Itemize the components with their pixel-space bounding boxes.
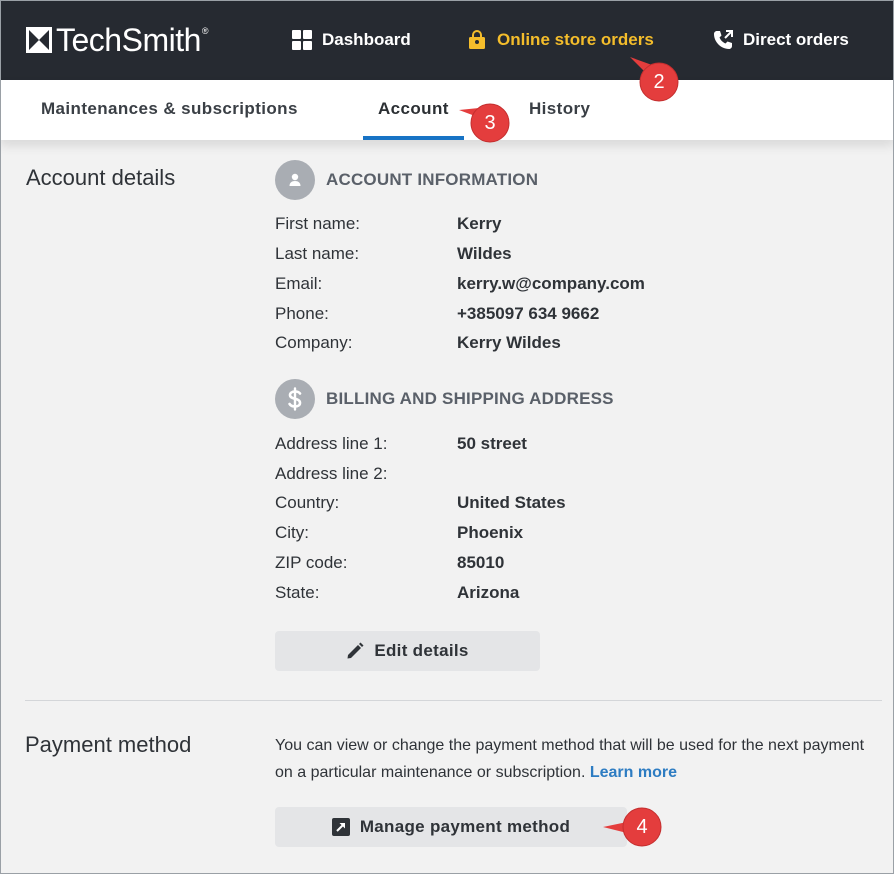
- company-label: Company:: [275, 333, 353, 352]
- learn-more-link[interactable]: Learn more: [590, 764, 677, 781]
- last-name-label: Last name:: [275, 244, 360, 263]
- country-value: United States: [457, 493, 566, 512]
- payment-method-description: You can view or change the payment metho…: [275, 732, 875, 786]
- account-details-title: Account details: [26, 165, 176, 190]
- city-label: City:: [275, 523, 309, 542]
- edit-details-label: Edit details: [374, 641, 469, 660]
- account-information-label: ACCOUNT INFORMATION: [326, 170, 539, 189]
- callout-badge: 3: [459, 102, 511, 144]
- country-label: Country:: [275, 493, 340, 512]
- nav-dashboard[interactable]: Dashboard: [292, 28, 411, 52]
- edit-details-button[interactable]: Edit details: [275, 631, 540, 671]
- tab-maintenances-subscriptions[interactable]: Maintenances & subscriptions: [41, 99, 298, 119]
- active-tab-indicator: [363, 136, 464, 140]
- address-line-1-label: Address line 1:: [275, 434, 388, 453]
- phone-label: Phone:: [275, 304, 329, 323]
- registered-mark: ®: [201, 26, 209, 36]
- billing-address-label: BILLING AND SHIPPING ADDRESS: [326, 389, 614, 408]
- payment-method-title: Payment method: [25, 732, 192, 757]
- city-value: Phoenix: [457, 523, 524, 542]
- callout-number: 4: [636, 815, 648, 838]
- company-value: Kerry Wildes: [457, 333, 561, 352]
- section-divider: [25, 700, 882, 701]
- brand-name: TechSmith: [56, 22, 201, 58]
- dollar-icon: [275, 379, 315, 419]
- tab-account[interactable]: Account: [378, 99, 449, 119]
- phone-value: +385097 634 9662: [457, 304, 600, 323]
- external-link-icon: [331, 818, 350, 836]
- email-value: kerry.w@company.com: [457, 274, 645, 293]
- top-nav-bar: TechSmith ® Dashboard Online store order…: [0, 0, 894, 80]
- first-name-value: Kerry: [457, 214, 502, 233]
- techsmith-logo-icon: [26, 27, 52, 53]
- nav-online-store-orders-label: Online store orders: [497, 30, 654, 49]
- nav-direct-orders-label: Direct orders: [743, 30, 849, 49]
- nav-dashboard-label: Dashboard: [322, 30, 411, 49]
- manage-payment-method-button[interactable]: Manage payment method: [275, 807, 627, 847]
- email-label: Email:: [275, 274, 323, 293]
- payment-description-text: You can view or change the payment metho…: [275, 737, 865, 781]
- callout-number: 2: [653, 70, 665, 93]
- state-value: Arizona: [457, 583, 520, 602]
- techsmith-logo[interactable]: TechSmith ®: [26, 24, 209, 56]
- pencil-icon: [347, 642, 364, 659]
- last-name-value: Wildes: [457, 244, 512, 263]
- address-line-1-value: 50 street: [457, 434, 527, 453]
- grid-icon: [292, 30, 312, 50]
- billing-address-heading: BILLING AND SHIPPING ADDRESS: [275, 379, 614, 419]
- phone-icon: [714, 30, 733, 49]
- zip-code-label: ZIP code:: [275, 553, 348, 572]
- zip-code-value: 85010: [457, 553, 505, 572]
- shopping-bag-icon: [469, 30, 485, 49]
- nav-direct-orders[interactable]: Direct orders: [713, 28, 849, 52]
- callout-number: 3: [484, 111, 496, 134]
- account-information-heading: ACCOUNT INFORMATION: [275, 160, 538, 200]
- tab-history[interactable]: History: [529, 99, 590, 119]
- callout-badge: 4: [603, 806, 663, 848]
- user-icon: [275, 160, 315, 200]
- callout-badge: 2: [630, 57, 680, 103]
- manage-payment-method-label: Manage payment method: [359, 817, 571, 836]
- first-name-label: First name:: [275, 214, 361, 233]
- state-label: State:: [275, 583, 320, 602]
- tab-bar: Maintenances & subscriptions Account His…: [0, 80, 894, 140]
- address-line-2-label: Address line 2:: [275, 464, 388, 483]
- nav-online-store-orders[interactable]: Online store orders: [467, 28, 654, 52]
